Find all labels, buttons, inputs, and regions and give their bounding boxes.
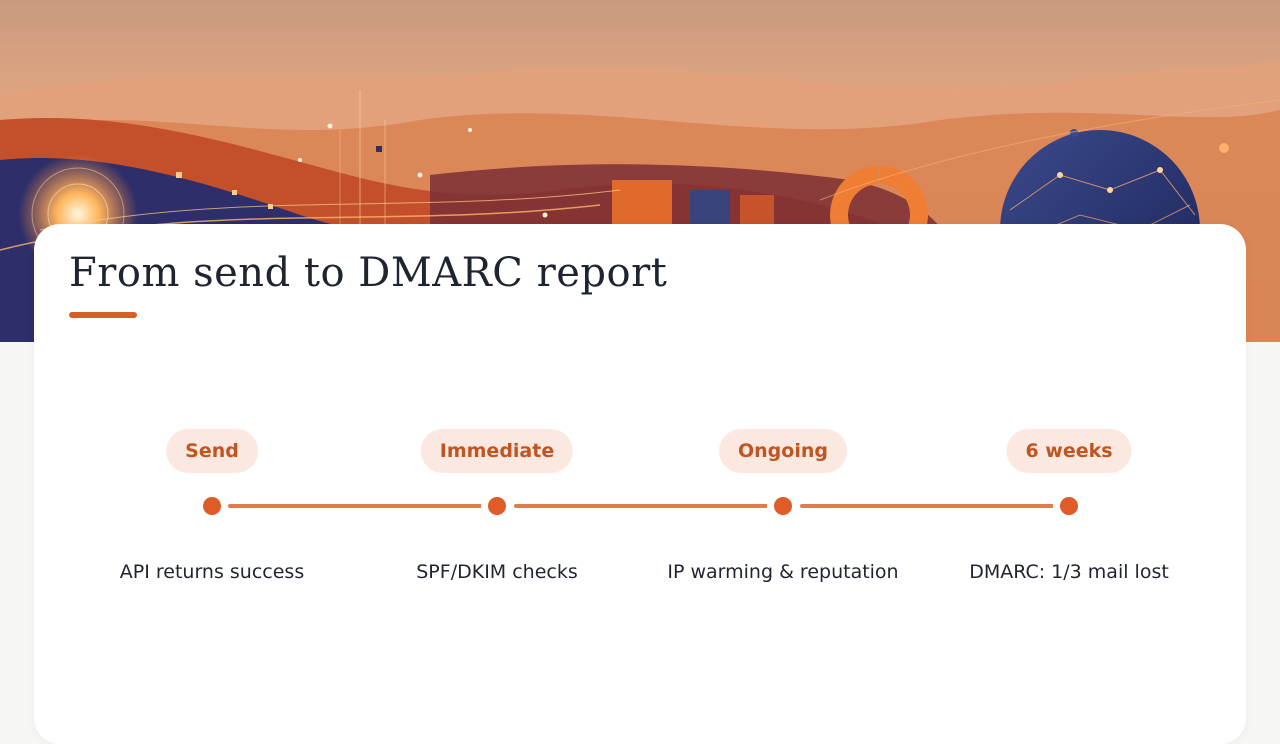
step-label-pill: Immediate — [420, 429, 574, 473]
timeline: Send API returns success Immediate SPF/D… — [34, 224, 1246, 724]
step-dot — [203, 497, 221, 515]
step-caption: API returns success — [119, 561, 305, 583]
step-label-pill: 6 weeks — [1006, 429, 1132, 473]
step-caption: SPF/DKIM checks — [416, 561, 578, 583]
timeline-connector-2 — [514, 504, 768, 508]
step-dot — [488, 497, 506, 515]
step-caption: IP warming & reputation — [667, 561, 899, 583]
step-caption: DMARC: 1/3 mail lost — [969, 561, 1169, 583]
step-label-pill: Ongoing — [719, 429, 847, 473]
timeline-connector-3 — [800, 504, 1054, 508]
step-dot — [774, 497, 792, 515]
step-dot — [1060, 497, 1078, 515]
timeline-connector-1 — [228, 504, 482, 508]
step-label-pill: Send — [166, 429, 258, 473]
content-card: From send to DMARC report Send API retur… — [34, 224, 1246, 744]
